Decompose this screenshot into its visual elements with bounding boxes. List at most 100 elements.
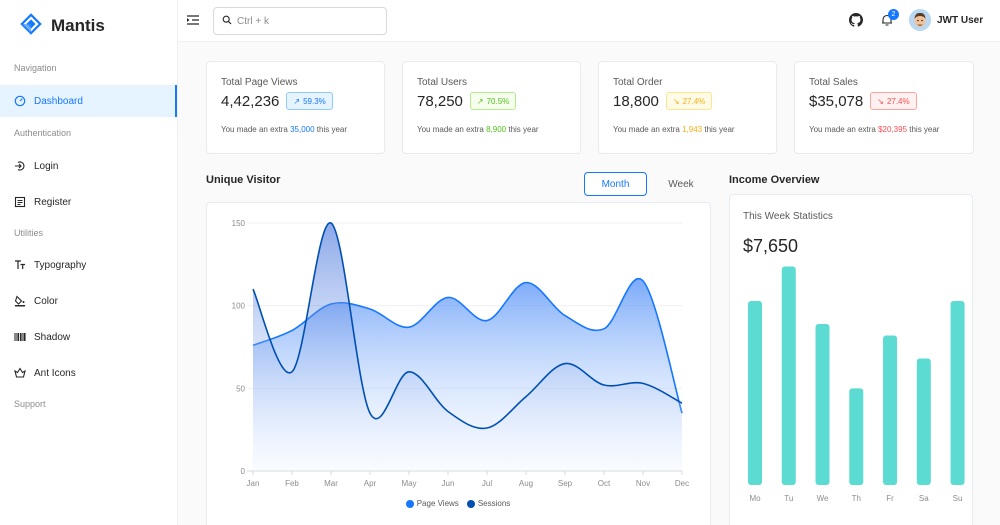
- x-tick-label: Apr: [364, 479, 377, 488]
- income-bar[interactable]: [849, 388, 864, 485]
- shadow-icon: [14, 331, 26, 343]
- stat-note-suffix: this year: [907, 125, 940, 134]
- y-tick-label: 150: [232, 219, 246, 228]
- user-name: JWT User: [937, 14, 984, 26]
- income-bar[interactable]: [815, 324, 830, 485]
- week-toggle-button[interactable]: Week: [656, 172, 706, 196]
- x-tick-label: Tu: [784, 494, 793, 503]
- sidebar-item-dashboard[interactable]: Dashboard: [0, 85, 177, 117]
- legend-item-page-views[interactable]: Page Views: [405, 499, 459, 508]
- x-tick-label: Th: [852, 494, 861, 503]
- stat-value: 78,250: [417, 92, 463, 110]
- sidebar-item-label: Login: [34, 160, 59, 172]
- menu-fold-icon[interactable]: [186, 13, 200, 27]
- y-tick-label: 100: [232, 302, 246, 311]
- income-bar[interactable]: [916, 358, 931, 486]
- stat-note: You made an extra 35,000 this year: [221, 125, 384, 134]
- github-icon[interactable]: [849, 13, 863, 27]
- header: 2 JWT User: [178, 0, 1000, 42]
- ant-icons-icon: [14, 367, 26, 379]
- trend-down-icon: ↘: [877, 96, 884, 106]
- x-tick-label: Oct: [598, 479, 611, 488]
- stat-card-orders: Total Order 18,800 ↘ 27.4% You made an ex…: [598, 61, 777, 154]
- x-tick-label: Mo: [749, 494, 761, 503]
- sidebar-item-label: Ant Icons: [34, 367, 76, 379]
- unique-visitor-card: 0 50 100 150 Jan Feb Mar Apr May Jun Jul Aug Sep Oct N…: [206, 202, 711, 525]
- stat-note-prefix: You made an extra: [809, 125, 879, 134]
- x-tick-label: Sep: [558, 479, 573, 488]
- trend-up-icon: ↗: [476, 96, 484, 106]
- stat-percent-chip: ↘ 27.4%: [665, 92, 713, 110]
- stat-note-prefix: You made an extra: [221, 125, 291, 134]
- sidebar-item-login[interactable]: Login: [0, 150, 177, 182]
- sidebar-item-ant-icons[interactable]: Ant Icons: [0, 357, 177, 389]
- brand[interactable]: Mantis: [0, 0, 177, 52]
- nav-group-authentication: Authentication: [14, 128, 72, 138]
- x-tick-label: Dec: [675, 479, 689, 488]
- stat-note-amount: 8,900: [486, 125, 507, 134]
- nav-group-utilities: Utilities: [14, 228, 44, 238]
- stat-percent-chip: ↘ 27.4%: [870, 92, 917, 110]
- stat-note: You made an extra 8,900 this year: [417, 125, 580, 134]
- color-icon: [14, 295, 26, 307]
- stat-note-prefix: You made an extra: [613, 125, 683, 134]
- sidebar: Mantis Navigation Dashboard Authenticati…: [0, 0, 178, 525]
- stat-value: $35,078: [809, 92, 864, 110]
- income-bar[interactable]: [748, 301, 762, 485]
- search-input[interactable]: [237, 15, 377, 27]
- month-toggle-button[interactable]: Month: [584, 172, 647, 196]
- sidebar-item-label: Register: [34, 196, 72, 208]
- avatar: [909, 9, 931, 31]
- user-profile[interactable]: JWT User: [909, 9, 983, 31]
- stat-percent: 27.4%: [886, 96, 910, 106]
- sidebar-item-color[interactable]: Color: [0, 285, 177, 317]
- sidebar-item-register[interactable]: Register: [0, 186, 177, 218]
- chart-legend: Page Views Sessions: [206, 499, 710, 508]
- sidebar-item-label: Shadow: [34, 331, 71, 343]
- stat-note: You made an extra $20,395 this year: [809, 125, 973, 134]
- sidebar-item-label: Typography: [34, 259, 87, 271]
- stat-title: Total Page Views: [221, 77, 298, 88]
- mantis-logo-icon: [20, 12, 42, 40]
- x-tick-label: Sa: [919, 494, 929, 503]
- x-tick-label: May: [401, 479, 416, 488]
- x-tick-label: Fr: [886, 494, 894, 503]
- sidebar-item-label: Color: [34, 295, 58, 307]
- search-box[interactable]: [213, 7, 387, 35]
- stat-percent: 27.4%: [682, 96, 706, 106]
- stat-note-prefix: You made an extra: [417, 125, 487, 134]
- stat-percent-chip: ↗ 59.3%: [286, 92, 333, 110]
- stat-note: You made an extra 1,943 this year: [613, 125, 776, 134]
- income-value: $7,650: [743, 236, 799, 256]
- stat-percent-chip: ↗ 70.5%: [469, 92, 517, 110]
- x-tick-label: Feb: [285, 479, 299, 488]
- nav-group-navigation: Navigation: [14, 63, 57, 73]
- stat-value: 4,42,236: [221, 92, 280, 110]
- income-overview-title: Income Overview: [729, 174, 820, 186]
- stat-title: Total Sales: [809, 77, 858, 88]
- stat-percent: 59.3%: [303, 96, 326, 106]
- unique-visitor-chart: 0 50 100 150 Jan Feb Mar Apr May Jun Jul Aug Sep Oct N…: [232, 219, 689, 488]
- legend-item-sessions[interactable]: Sessions: [466, 499, 510, 508]
- x-tick-label: Nov: [636, 479, 650, 488]
- x-tick-label: Jul: [482, 479, 492, 488]
- sidebar-item-typography[interactable]: Typography: [0, 249, 177, 281]
- sidebar-item-label: Dashboard: [34, 95, 83, 107]
- income-bar[interactable]: [781, 266, 796, 486]
- stat-title: Total Order: [613, 77, 663, 88]
- stat-card-sales: Total Sales $35,078 ↘ 27.4% You made an e…: [794, 61, 974, 154]
- dashboard-icon: [14, 95, 26, 107]
- sidebar-item-shadow[interactable]: Shadow: [0, 321, 177, 353]
- stat-note-suffix: this year: [702, 125, 735, 134]
- x-tick-label: Su: [953, 494, 963, 503]
- stat-note-amount: 1,943: [682, 125, 703, 134]
- x-tick-label: We: [817, 494, 829, 503]
- y-tick-label: 50: [236, 384, 245, 393]
- x-tick-label: Aug: [519, 479, 533, 488]
- income-bar[interactable]: [883, 335, 898, 486]
- income-bar[interactable]: [950, 301, 965, 485]
- notification-badge: 2: [888, 9, 899, 20]
- x-tick-label: Mar: [324, 479, 338, 488]
- legend-dot: [405, 499, 414, 508]
- x-tick-label: Jan: [247, 479, 260, 488]
